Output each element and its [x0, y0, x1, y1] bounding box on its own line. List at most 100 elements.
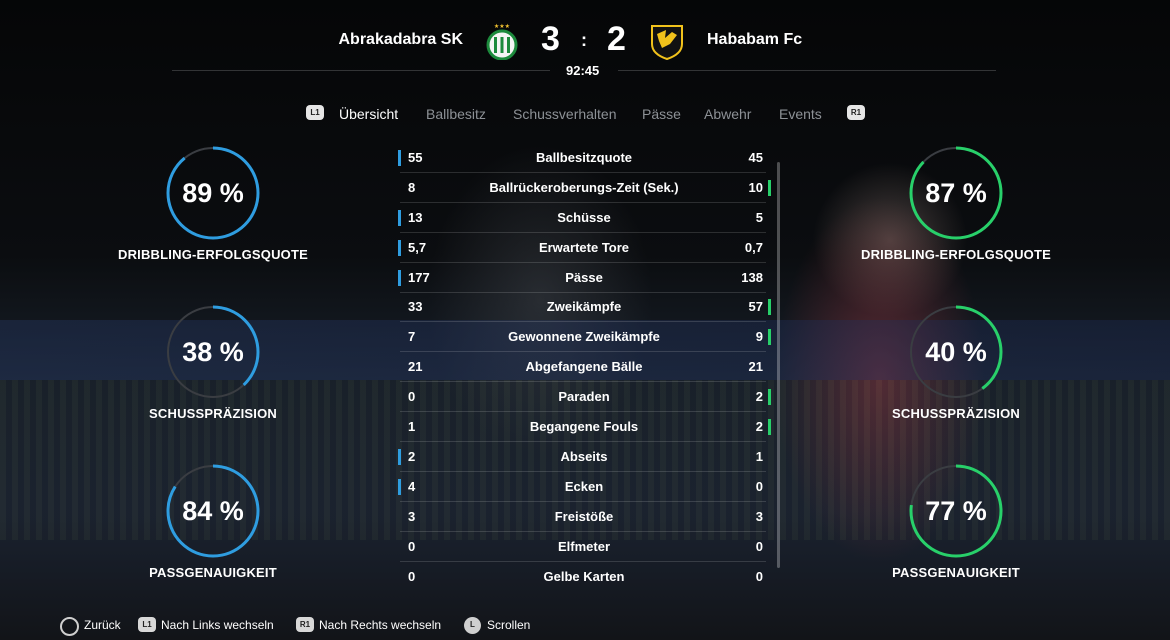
home-team-name: Abrakadabra SK [338, 31, 464, 48]
away-leader-bar [768, 419, 771, 435]
home-pass-accuracy-label: PASSGENAUIGKEIT [149, 565, 277, 580]
away-score: 2 [607, 20, 626, 58]
away-leader-bar [768, 389, 771, 405]
stat-row: 7 Gewonnene Zweikämpfe 9 [396, 322, 771, 352]
stat-name: Ballrückeroberungs-Zeit (Sek.) [489, 180, 679, 195]
home-leader-bar [398, 150, 401, 166]
home-stat-value: 13 [408, 210, 423, 225]
tab-abwehr[interactable]: Abwehr [704, 106, 751, 122]
stat-row: 0 Elfmeter 0 [396, 532, 766, 562]
home-shot-accuracy-label: SCHUSSPRÄZISION [149, 406, 277, 421]
score-separator: : [581, 30, 587, 50]
home-pass-accuracy-ring: 84 % [165, 463, 261, 559]
away-pass-accuracy-label: PASSGENAUIGKEIT [892, 565, 1020, 580]
svg-text:★★★: ★★★ [494, 23, 510, 30]
away-stat-value: 3 [755, 509, 763, 524]
home-stat-value: 2 [408, 449, 416, 464]
away-shot-accuracy-value: 40 % [925, 337, 987, 367]
stat-row: 8 Ballrückeroberungs-Zeit (Sek.) 10 [396, 173, 771, 203]
stat-name: Gelbe Karten [543, 569, 625, 584]
home-leader-bar [398, 270, 401, 286]
away-stat-value: 0,7 [744, 240, 763, 255]
circle-button-icon[interactable] [60, 617, 79, 636]
home-stat-value: 7 [408, 329, 416, 344]
home-dribbling-value: 89 % [182, 178, 244, 208]
away-dribbling-ring: 87 % [908, 145, 1004, 241]
footer-back-hint[interactable]: Zurück [84, 618, 121, 632]
home-stat-value: 4 [408, 479, 416, 494]
footer-prev-hint[interactable]: Nach Links wechseln [161, 618, 274, 632]
l1-button-icon[interactable]: L1 [306, 105, 324, 120]
home-stat-value: 21 [408, 359, 423, 374]
away-stat-value: 0 [755, 539, 763, 554]
home-stat-value: 3 [408, 509, 416, 524]
header-divider-right [618, 70, 996, 71]
stat-row: 13 Schüsse 5 [396, 203, 766, 233]
stat-row: 3 Freistöße 3 [396, 502, 766, 532]
tab-schussverhalten[interactable]: Schussverhalten [513, 106, 617, 122]
left-stick-icon[interactable]: L [464, 617, 481, 634]
away-stat-value: 21 [748, 359, 763, 374]
footer-scroll-hint[interactable]: Scrollen [487, 618, 530, 632]
home-shot-accuracy-value: 38 % [182, 337, 244, 367]
home-stat-value: 33 [408, 299, 423, 314]
stats-scrollbar[interactable] [777, 162, 780, 568]
r1-button-icon[interactable]: R1 [296, 617, 314, 632]
home-dribbling-ring: 89 % [165, 145, 261, 241]
away-stat-value: 9 [755, 329, 763, 344]
l1-button-icon[interactable]: L1 [138, 617, 156, 632]
away-stat-value: 57 [748, 299, 763, 314]
home-leader-bar [398, 240, 401, 256]
home-leader-bar [398, 479, 401, 495]
tab-uebersicht[interactable]: Übersicht [339, 106, 398, 122]
home-stat-value: 55 [408, 150, 423, 165]
stat-row: 1 Begangene Fouls 2 [396, 412, 771, 442]
away-stat-value: 0 [755, 569, 763, 584]
stat-row: 33 Zweikämpfe 57 [396, 292, 771, 322]
stat-row: 0 Gelbe Karten 0 [396, 562, 766, 592]
stat-name: Gewonnene Zweikämpfe [508, 329, 660, 344]
stat-name: Begangene Fouls [529, 419, 639, 434]
r1-button-icon[interactable]: R1 [847, 105, 865, 120]
stat-row: 21 Abgefangene Bälle 21 [396, 352, 766, 382]
away-team-crest-icon [650, 22, 684, 61]
away-stat-value: 45 [748, 150, 763, 165]
away-dribbling-label: DRIBBLING-ERFOLGSQUOTE [860, 247, 1051, 262]
stat-row: 4 Ecken 0 [396, 472, 766, 502]
away-shot-accuracy-ring: 40 % [908, 304, 1004, 400]
stat-name: Ballbesitzquote [535, 150, 633, 165]
stat-name: Ecken [564, 479, 604, 494]
home-leader-bar [398, 449, 401, 465]
away-pass-accuracy-ring: 77 % [908, 463, 1004, 559]
stat-name: Pässe [565, 270, 603, 285]
home-score: 3 [541, 20, 560, 58]
home-stat-value: 0 [408, 569, 416, 584]
away-shot-accuracy-label: SCHUSSPRÄZISION [892, 406, 1020, 421]
tab-ballbesitz[interactable]: Ballbesitz [426, 106, 486, 122]
home-stat-value: 5,7 [408, 240, 427, 255]
home-shot-accuracy-ring: 38 % [165, 304, 261, 400]
stat-name: Paraden [558, 389, 610, 404]
tab-paesse[interactable]: Pässe [642, 106, 681, 122]
stat-name: Elfmeter [557, 539, 611, 554]
away-stat-value: 0 [755, 479, 763, 494]
away-team-name: Hababam Fc [707, 31, 803, 48]
away-stat-value: 138 [741, 270, 763, 285]
home-stat-value: 1 [408, 419, 416, 434]
tab-events[interactable]: Events [779, 106, 822, 122]
home-stat-value: 8 [408, 180, 416, 195]
stat-name: Abgefangene Bälle [525, 359, 643, 374]
away-stat-value: 1 [755, 449, 763, 464]
home-stat-value: 177 [408, 270, 430, 285]
away-pass-accuracy-value: 77 % [925, 496, 987, 526]
stat-row: 5,7 Erwartete Tore 0,7 [396, 233, 766, 263]
footer-next-hint[interactable]: Nach Rechts wechseln [319, 618, 441, 632]
away-stat-value: 5 [755, 210, 763, 225]
away-dribbling-value: 87 % [925, 178, 987, 208]
stat-name: Zweikämpfe [546, 299, 622, 314]
away-stat-value: 10 [748, 180, 763, 195]
header-divider-left [172, 70, 550, 71]
away-leader-bar [768, 299, 771, 315]
match-clock: 92:45 [566, 63, 600, 78]
home-stat-value: 0 [408, 539, 416, 554]
